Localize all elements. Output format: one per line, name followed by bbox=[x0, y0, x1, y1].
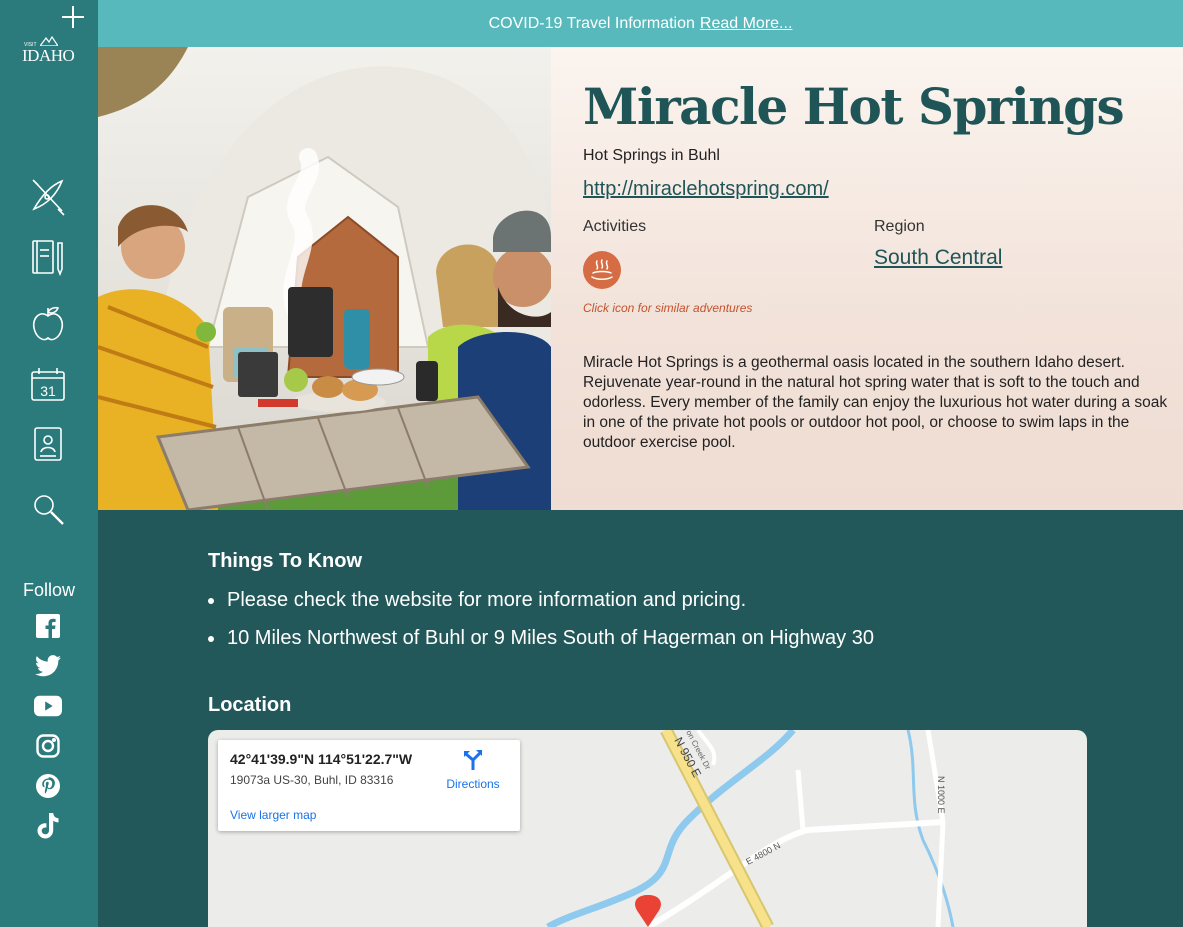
map-info-card: 42°41'39.9"N 114°51'22.7"W 19073a US-30,… bbox=[218, 740, 520, 831]
instagram-icon[interactable] bbox=[34, 732, 62, 760]
road-label: N 1000 E bbox=[936, 776, 946, 814]
banner-text: COVID-19 Travel Information bbox=[488, 14, 695, 32]
subtitle: Hot Springs in Buhl bbox=[583, 147, 720, 164]
activity-hint: Click icon for similar adventures bbox=[583, 301, 753, 315]
passport-icon[interactable] bbox=[28, 424, 68, 464]
road-label: E 4800 N bbox=[744, 840, 782, 866]
view-larger-map-link[interactable]: View larger map bbox=[230, 808, 316, 822]
description: Miracle Hot Springs is a geothermal oasi… bbox=[583, 354, 1168, 451]
website-link[interactable]: http://miraclehotspring.com/ bbox=[583, 178, 829, 201]
pinterest-icon[interactable] bbox=[34, 772, 62, 800]
hero-info-panel: Miracle Hot Springs Hot Springs in Buhl … bbox=[551, 47, 1183, 510]
svg-text:31: 31 bbox=[40, 383, 56, 399]
visit-idaho-logo[interactable]: VISIT IDAHO bbox=[22, 36, 76, 68]
page-title: Miracle Hot Springs bbox=[583, 77, 1125, 136]
logo-idaho: IDAHO bbox=[22, 46, 75, 65]
calendar-icon[interactable]: 31 bbox=[28, 366, 68, 406]
facebook-icon[interactable] bbox=[34, 612, 62, 640]
hero-photo bbox=[98, 47, 551, 510]
list-item: 10 Miles Northwest of Buhl or 9 Miles So… bbox=[208, 622, 874, 660]
location-heading: Location bbox=[208, 694, 292, 716]
directions-icon bbox=[464, 750, 482, 770]
plus-icon[interactable] bbox=[62, 6, 84, 28]
coordinates: 42°41'39.9"N 114°51'22.7"W bbox=[230, 751, 413, 767]
search-icon[interactable] bbox=[28, 489, 68, 529]
sidebar: VISIT IDAHO 31 Follow bbox=[0, 0, 98, 927]
directions-label: Directions bbox=[446, 777, 500, 791]
region-link[interactable]: South Central bbox=[874, 246, 1002, 270]
apple-icon[interactable] bbox=[28, 304, 68, 344]
tiktok-icon[interactable] bbox=[34, 812, 62, 840]
mountain-icon bbox=[40, 36, 58, 46]
things-to-know-list: Please check the website for more inform… bbox=[208, 584, 874, 660]
hot-springs-icon[interactable] bbox=[583, 251, 621, 289]
directions-button[interactable]: Directions bbox=[440, 750, 506, 791]
region-label: Region bbox=[874, 218, 925, 235]
activities-label: Activities bbox=[583, 218, 647, 235]
address: 19073a US-30, Buhl, ID 83316 bbox=[230, 773, 394, 787]
follow-label: Follow bbox=[22, 580, 75, 600]
read-more-link[interactable]: Read More... bbox=[700, 15, 792, 33]
things-to-know-heading: Things To Know bbox=[208, 550, 363, 572]
kayak-icon[interactable] bbox=[28, 177, 68, 217]
list-item: Please check the website for more inform… bbox=[208, 584, 874, 622]
covid-banner: COVID-19 Travel Information Read More... bbox=[98, 0, 1183, 47]
twitter-icon[interactable] bbox=[34, 652, 62, 680]
notebook-icon[interactable] bbox=[28, 237, 68, 277]
youtube-icon[interactable] bbox=[34, 692, 62, 720]
location-map[interactable]: N 950 E E 4800 N N 1000 E on Creek Dr 42… bbox=[208, 730, 1087, 927]
